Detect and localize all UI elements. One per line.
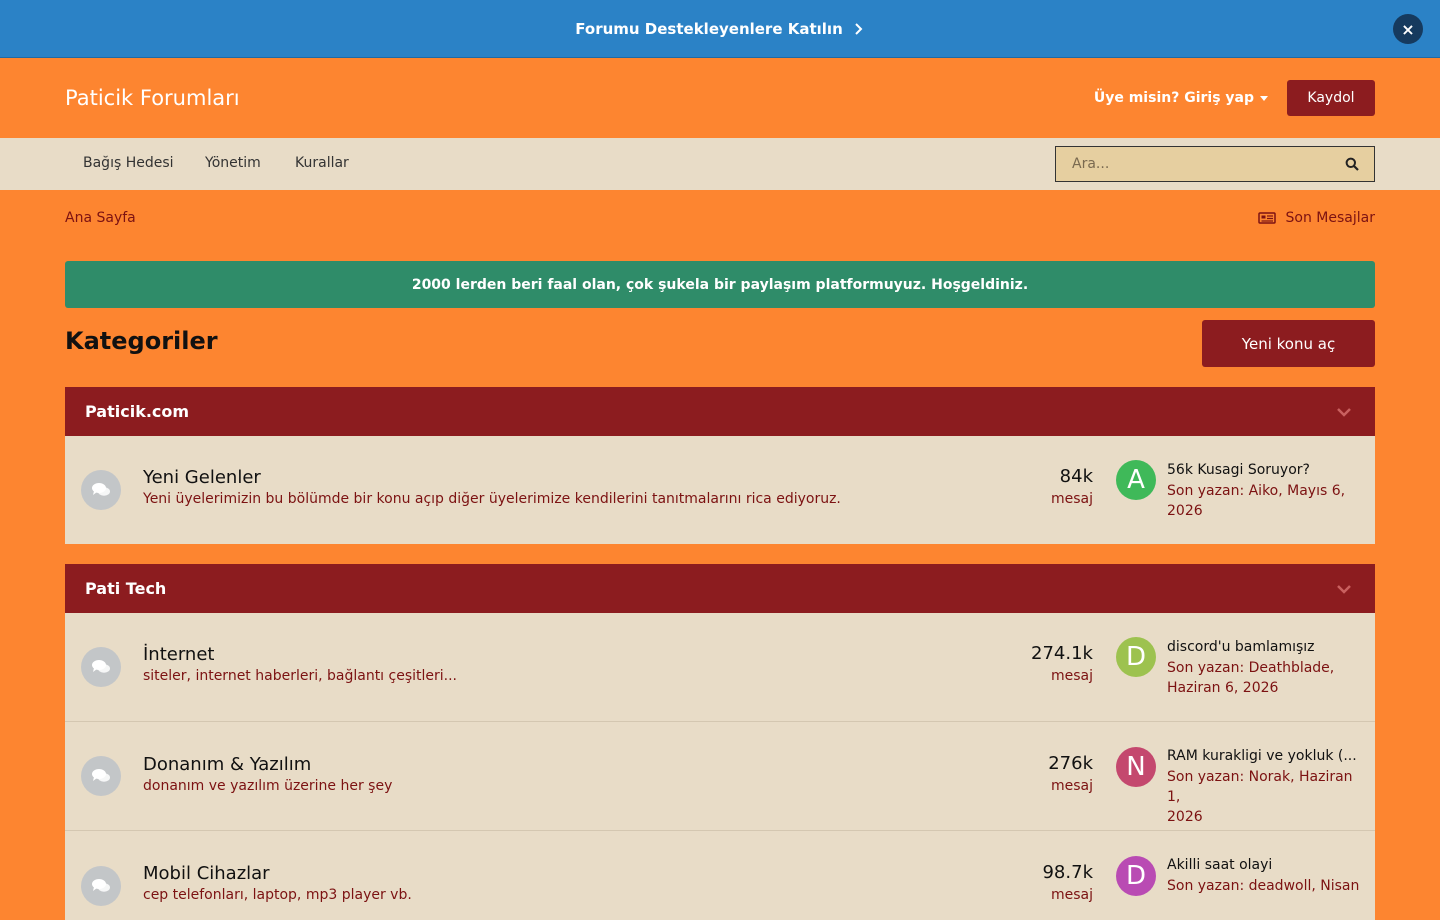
chevron-right-icon (855, 22, 863, 35)
login-label: Üye misin? Giriş yap (1093, 90, 1254, 106)
site-title[interactable]: Paticik Forumları (65, 86, 240, 110)
last-post-date: 2026 (1167, 809, 1203, 825)
avatar[interactable]: D (1116, 637, 1156, 677)
recent-posts-label: Son Mesajlar (1285, 210, 1375, 226)
last-post-title[interactable]: discord'u bamlamışız (1167, 639, 1362, 655)
search-button[interactable] (1330, 147, 1374, 181)
forum-row: İnternet siteler, internet haberleri, ba… (65, 613, 1375, 721)
newspaper-icon (1257, 212, 1276, 224)
post-count: 98.7k (1042, 862, 1093, 883)
last-post-meta: Son yazan: Norak, Haziran 1, 2026 (1167, 767, 1362, 827)
last-post-meta: Son yazan: Aiko, Mayıs 6, 2026 (1167, 481, 1362, 521)
post-count-label: mesaj (1050, 887, 1093, 903)
comments-icon (92, 879, 110, 892)
nav-item-donation[interactable]: Bağış Hedesi (83, 155, 174, 171)
forum-description: donanım ve yazılım üzerine her şey (143, 778, 393, 794)
promo-banner: Forumu Destekleyenlere Katılın × (0, 0, 1440, 58)
site-header: Paticik Forumları Üye misin? Giriş yap K… (0, 58, 1440, 138)
search-input[interactable] (1056, 147, 1330, 181)
post-count: 274.1k (1031, 643, 1093, 664)
forum-description: siteler, internet haberleri, bağlantı çe… (143, 668, 458, 684)
category-header[interactable]: Pati Tech (65, 564, 1375, 613)
forum-status-icon (81, 470, 121, 510)
last-post-author[interactable]: Son yazan: Aiko, Mayıs 6, (1167, 481, 1362, 501)
last-post-title[interactable]: 56k Kusagi Soruyor? (1167, 462, 1362, 478)
avatar[interactable]: N (1116, 747, 1156, 787)
promo-link[interactable]: Forumu Destekleyenlere Katılın (575, 20, 865, 38)
comments-icon (92, 660, 110, 673)
last-post-title[interactable]: RAM kurakligi ve yokluk (... (1167, 748, 1362, 764)
category-title: Paticik.com (85, 402, 190, 421)
new-topic-button[interactable]: Yeni konu aç (1202, 320, 1375, 367)
forum-status-icon (81, 866, 121, 906)
avatar[interactable]: D (1116, 856, 1156, 896)
last-post-author[interactable]: Son yazan: Deathblade, (1167, 658, 1362, 678)
register-button[interactable]: Kaydol (1287, 80, 1375, 116)
search-box (1055, 146, 1375, 182)
last-post-date: 2026 (1167, 503, 1203, 519)
nav-item-management[interactable]: Yönetim (205, 155, 261, 171)
forum-status-icon (81, 647, 121, 687)
page-title: Kategoriler (65, 327, 218, 355)
last-post-author[interactable]: Son yazan: deadwoll, Nisan (1167, 876, 1362, 896)
caret-down-icon (1260, 95, 1268, 101)
search-icon (1345, 157, 1359, 171)
last-post-date: Haziran 6, 2026 (1167, 680, 1279, 696)
category-header[interactable]: Paticik.com (65, 387, 1375, 436)
avatar[interactable]: A (1116, 460, 1156, 500)
comments-icon (92, 483, 110, 496)
forum-description: Yeni üyelerimizin bu bölümde bir konu aç… (143, 491, 841, 507)
forum-title[interactable]: İnternet (143, 644, 214, 665)
last-post-title[interactable]: Akilli saat olayi (1167, 857, 1362, 873)
forum-status-icon (81, 756, 121, 796)
promo-text: Forumu Destekleyenlere Katılın (575, 19, 843, 38)
login-link[interactable]: Üye misin? Giriş yap (1094, 90, 1268, 106)
post-count-label: mesaj (1050, 778, 1093, 794)
last-post-meta: Son yazan: Deathblade, Haziran 6, 2026 (1167, 658, 1362, 698)
main-nav: Bağış Hedesi Yönetim Kurallar (0, 138, 1440, 190)
post-count-label: mesaj (1050, 491, 1093, 507)
forum-row: Yeni Gelenler Yeni üyelerimizin bu bölüm… (65, 436, 1375, 544)
chevron-down-icon[interactable] (1335, 580, 1353, 598)
recent-posts-link[interactable]: Son Mesajlar (1257, 210, 1375, 226)
nav-item-rules[interactable]: Kurallar (295, 155, 349, 171)
close-promo-button[interactable]: × (1393, 14, 1423, 44)
forum-row: Mobil Cihazlar cep telefonları, laptop, … (65, 830, 1375, 920)
announcement-banner: 2000 lerden beri faal olan, çok şukela b… (65, 261, 1375, 308)
post-count: 276k (1048, 753, 1093, 774)
forum-title[interactable]: Mobil Cihazlar (143, 863, 270, 884)
forum-description: cep telefonları, laptop, mp3 player vb. (143, 887, 412, 903)
category-title: Pati Tech (85, 579, 167, 598)
breadcrumb-home[interactable]: Ana Sayfa (65, 210, 136, 226)
comments-icon (92, 769, 110, 782)
last-post-author[interactable]: Son yazan: Norak, Haziran 1, (1167, 767, 1362, 807)
last-post-meta: Son yazan: deadwoll, Nisan (1167, 876, 1362, 896)
post-count-label: mesaj (1050, 668, 1093, 684)
forum-title[interactable]: Donanım & Yazılım (143, 754, 311, 775)
forum-title[interactable]: Yeni Gelenler (143, 467, 261, 488)
post-count: 84k (1059, 466, 1093, 487)
close-icon: × (1401, 19, 1415, 39)
chevron-down-icon[interactable] (1335, 403, 1353, 421)
forum-row: Donanım & Yazılım donanım ve yazılım üze… (65, 721, 1375, 831)
